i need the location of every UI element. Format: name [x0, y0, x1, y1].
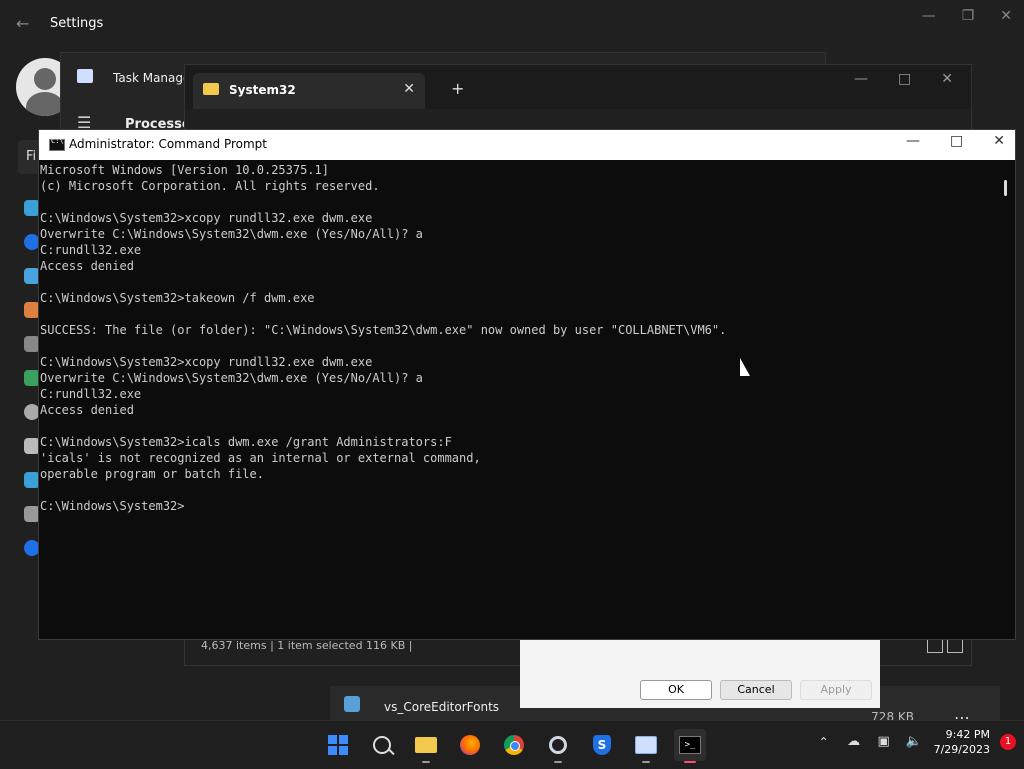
taskbar-task-manager[interactable]: [630, 729, 662, 763]
task-manager-title: Task Manager: [113, 71, 196, 85]
search-icon: [373, 736, 391, 754]
back-arrow-icon[interactable]: ←: [16, 14, 29, 33]
chrome-icon: [504, 735, 524, 755]
chevron-up-icon[interactable]: ⌃: [814, 735, 834, 749]
clock-time: 9:42 PM: [945, 728, 990, 741]
windows-logo-icon: [328, 735, 348, 755]
properties-dialog: OK Cancel Apply: [520, 640, 880, 708]
close-icon[interactable]: ✕: [993, 133, 1005, 149]
settings-title: Settings: [50, 16, 104, 31]
start-button[interactable]: [322, 729, 354, 761]
cmd-console-output[interactable]: Microsoft Windows [Version 10.0.25375.1]…: [39, 162, 999, 632]
taskbar-settings[interactable]: [542, 729, 574, 763]
terminal-icon: >_: [679, 736, 701, 754]
taskbar-chrome[interactable]: [498, 729, 530, 761]
maximize-icon[interactable]: □: [898, 71, 911, 87]
explorer-tab[interactable]: System32 ✕: [193, 73, 425, 109]
firefox-icon: [460, 735, 480, 755]
taskbar: S >_ ⌃ ☁ ▣ 🔈 9:42 PM 7/29/2023 1: [0, 720, 1024, 769]
shield-icon: S: [593, 735, 611, 755]
cloud-icon[interactable]: ☁: [844, 734, 864, 750]
view-toggle: [927, 639, 963, 653]
clock[interactable]: 9:42 PM 7/29/2023: [934, 727, 990, 757]
taskbar-firefox[interactable]: [454, 729, 486, 761]
cancel-button[interactable]: Cancel: [720, 680, 792, 700]
notification-badge[interactable]: 1: [1000, 734, 1016, 750]
explorer-status-bar: 4,637 items | 1 item selected 116 KB |: [201, 639, 413, 652]
maximize-icon[interactable]: □: [950, 133, 963, 149]
details-view-icon[interactable]: [927, 639, 943, 653]
folder-icon: [415, 737, 437, 753]
task-manager-icon: [77, 69, 93, 83]
restore-icon[interactable]: ❐: [962, 8, 975, 24]
minimize-icon[interactable]: —: [854, 71, 868, 87]
ok-button[interactable]: OK: [640, 680, 712, 700]
tiles-view-icon[interactable]: [947, 639, 963, 653]
search-button[interactable]: [366, 729, 398, 761]
new-tab-icon[interactable]: +: [451, 79, 464, 98]
tab-close-icon[interactable]: ✕: [403, 81, 415, 97]
cmd-scrollbar[interactable]: [1004, 180, 1007, 196]
task-manager-icon: [635, 736, 657, 754]
close-icon[interactable]: ✕: [941, 71, 953, 87]
cmd-icon: [49, 137, 65, 151]
file-name: vs_CoreEditorFonts: [384, 700, 500, 714]
clock-date: 7/29/2023: [933, 743, 990, 756]
minimize-icon[interactable]: —: [922, 8, 936, 24]
explorer-window-controls: — □ ✕: [854, 71, 953, 87]
taskbar-terminal[interactable]: >_: [674, 729, 706, 763]
folder-icon: [203, 83, 219, 95]
explorer-tab-label: System32: [229, 83, 296, 97]
volume-icon[interactable]: 🔈: [904, 734, 924, 750]
apply-button[interactable]: Apply: [800, 680, 872, 700]
taskbar-file-explorer[interactable]: [410, 729, 442, 763]
cmd-title-bar[interactable]: Administrator: Command Prompt — □ ✕: [39, 130, 1015, 160]
mouse-cursor-icon: [740, 358, 750, 376]
cmd-title: Administrator: Command Prompt: [69, 137, 267, 151]
network-icon[interactable]: ▣: [874, 734, 894, 750]
cmd-window-controls: — □ ✕: [906, 133, 1005, 149]
file-icon: [344, 696, 360, 712]
settings-window-controls: — ❐ ✕: [922, 8, 1012, 24]
close-icon[interactable]: ✕: [1000, 8, 1012, 24]
taskbar-security-app[interactable]: S: [586, 729, 618, 761]
console-text: Microsoft Windows [Version 10.0.25375.1]…: [40, 163, 727, 513]
explorer-tab-bar: System32 ✕ + — □ ✕: [185, 65, 971, 109]
command-prompt-window: Administrator: Command Prompt — □ ✕ Micr…: [38, 129, 1016, 640]
system-tray: ⌃ ☁ ▣ 🔈 9:42 PM 7/29/2023 1: [814, 727, 1016, 757]
minimize-icon[interactable]: —: [906, 133, 920, 149]
taskbar-apps: S >_: [322, 729, 706, 763]
gear-icon: [549, 736, 567, 754]
